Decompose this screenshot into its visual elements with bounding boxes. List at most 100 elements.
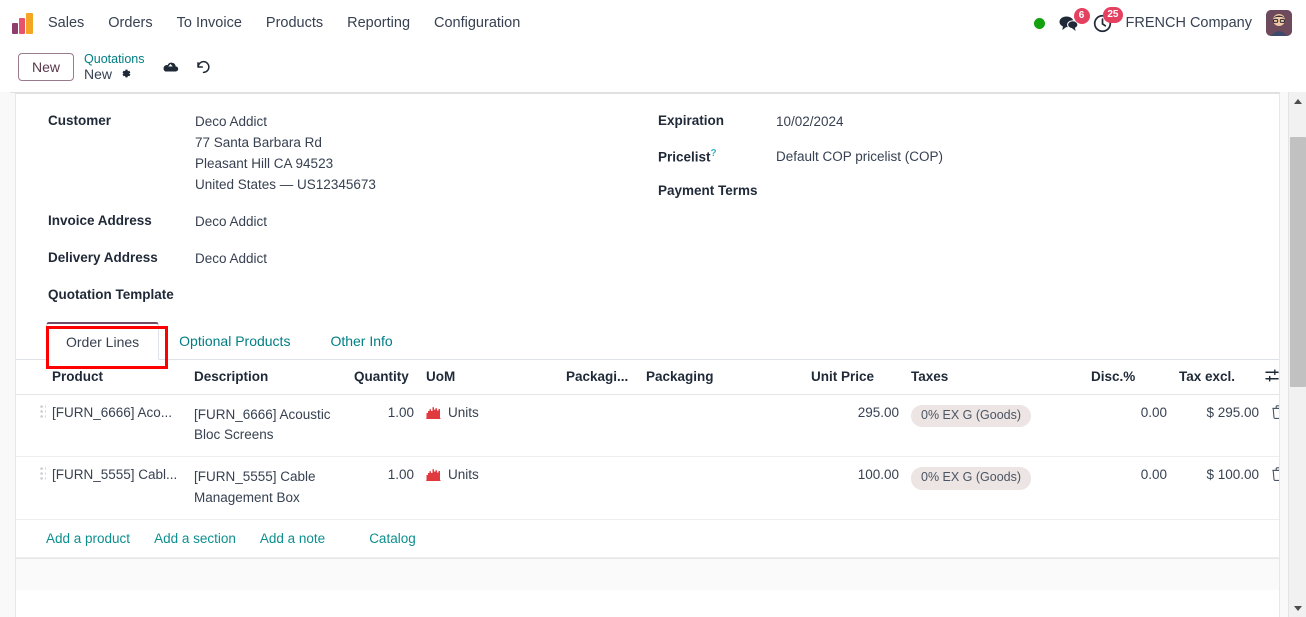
order-lines-footer-strip — [16, 558, 1279, 591]
field-invoice-address: Invoice Address Deco Addict — [48, 212, 636, 233]
uom-area-chart-icon — [426, 468, 441, 482]
scroll-up-button[interactable] — [1289, 92, 1306, 110]
cell-packaging[interactable] — [640, 456, 805, 521]
cell-product[interactable]: [FURN_5555] Cabl... — [46, 456, 188, 521]
cell-quantity[interactable]: 1.00 — [348, 394, 420, 458]
online-status-dot-icon — [1033, 17, 1045, 29]
col-uom[interactable]: UoM — [420, 359, 560, 395]
col-unit-price[interactable]: Unit Price — [805, 359, 905, 395]
row-drag-handle[interactable] — [16, 456, 46, 521]
drag-handle-icon — [40, 467, 46, 481]
add-a-product-link[interactable]: Add a product — [46, 531, 130, 546]
col-product[interactable]: Product — [46, 359, 188, 395]
field-pricelist: Pricelist? Default COP pricelist (COP) — [658, 147, 1279, 168]
cell-packaging-qty[interactable] — [560, 456, 640, 521]
gear-icon[interactable] — [119, 67, 132, 82]
new-record-button[interactable]: New — [18, 52, 75, 82]
table-row[interactable]: [FURN_6666] Aco... [FURN_6666] Acoustic … — [16, 394, 1279, 458]
avatar-image-icon — [1266, 10, 1292, 36]
field-pricelist-label: Pricelist? — [658, 147, 776, 165]
col-discount[interactable]: Disc.% — [1085, 359, 1173, 395]
customer-street: 77 Santa Barbara Rd — [195, 134, 322, 150]
col-description[interactable]: Description — [188, 359, 348, 395]
tax-badge: 0% EX G (Goods) — [911, 467, 1032, 490]
cell-uom[interactable]: Units — [420, 456, 560, 521]
cell-uom-text: Units — [448, 404, 479, 420]
cell-unit-price[interactable]: 100.00 — [805, 456, 905, 521]
nav-configuration[interactable]: Configuration — [422, 11, 532, 35]
field-quotation-template-label: Quotation Template — [48, 286, 174, 302]
col-tax-excl[interactable]: Tax excl. — [1173, 359, 1265, 395]
activities-button[interactable]: 25 — [1093, 6, 1123, 33]
delete-line-button[interactable] — [1265, 394, 1279, 458]
scroll-down-button[interactable] — [1289, 599, 1306, 617]
table-header-row: Product Description Quantity UoM Packagi… — [16, 359, 1279, 395]
nav-reporting[interactable]: Reporting — [335, 11, 422, 35]
field-delivery-address-value[interactable]: Deco Addict — [195, 249, 267, 270]
col-taxes[interactable]: Taxes — [905, 359, 1085, 395]
field-customer-value[interactable]: Deco Addict 77 Santa Barbara Rd Pleasant… — [195, 112, 376, 196]
delete-line-button[interactable] — [1265, 456, 1279, 521]
cell-uom[interactable]: Units — [420, 394, 560, 458]
form-right-column: Expiration 10/02/2024 Pricelist? Default… — [636, 112, 1279, 318]
nav-to-invoice[interactable]: To Invoice — [165, 11, 254, 35]
breadcrumb-current: New — [84, 66, 144, 82]
cell-description[interactable]: [FURN_6666] Acoustic Bloc Screens — [188, 394, 348, 458]
tax-badge: 0% EX G (Goods) — [911, 404, 1032, 428]
tab-optional-products[interactable]: Optional Products — [159, 322, 310, 360]
sliders-icon — [1265, 368, 1279, 382]
field-expiration-value[interactable]: 10/02/2024 — [776, 112, 844, 133]
col-packaging[interactable]: Packaging — [640, 359, 805, 395]
add-a-section-link[interactable]: Add a section — [154, 531, 236, 546]
nav-sales[interactable]: Sales — [48, 11, 96, 35]
discard-record-button[interactable] — [195, 59, 211, 75]
cell-discount[interactable]: 0.00 — [1085, 394, 1173, 458]
breadcrumb-quotations-link[interactable]: Quotations — [84, 52, 144, 66]
tab-other-info[interactable]: Other Info — [310, 322, 412, 360]
cell-product[interactable]: [FURN_6666] Aco... — [46, 394, 188, 458]
save-record-button[interactable] — [162, 60, 179, 75]
field-invoice-address-value[interactable]: Deco Addict — [195, 212, 267, 233]
row-drag-handle[interactable] — [16, 394, 46, 458]
cell-discount[interactable]: 0.00 — [1085, 456, 1173, 521]
help-question-icon[interactable]: ? — [711, 148, 717, 159]
breadcrumb: Quotations New — [84, 52, 144, 82]
nav-orders[interactable]: Orders — [96, 11, 164, 35]
column-options-icon[interactable] — [1265, 359, 1279, 395]
col-quantity[interactable]: Quantity — [348, 359, 420, 395]
cell-taxes[interactable]: 0% EX G (Goods) — [905, 456, 1085, 521]
order-lines-tab-content: Product Description Quantity UoM Packagi… — [16, 359, 1279, 591]
col-packaging-qty[interactable]: Packagi... — [560, 359, 640, 395]
messages-count-badge: 6 — [1073, 7, 1090, 24]
user-avatar[interactable] — [1266, 10, 1292, 36]
nav-products[interactable]: Products — [254, 11, 335, 35]
cell-unit-price[interactable]: 295.00 — [805, 394, 905, 458]
cell-packaging[interactable] — [640, 394, 805, 458]
field-delivery-address-label: Delivery Address — [48, 249, 158, 265]
cell-packaging-qty[interactable] — [560, 394, 640, 458]
field-pricelist-value[interactable]: Default COP pricelist (COP) — [776, 147, 943, 168]
chevron-up-icon — [1294, 98, 1302, 104]
tab-order-lines[interactable]: Order Lines — [46, 321, 160, 360]
catalog-link[interactable]: Catalog — [369, 531, 416, 546]
order-lines-header: Product Description Quantity UoM Packagi… — [16, 359, 1279, 395]
chevron-down-icon — [1294, 605, 1302, 611]
messages-button[interactable]: 6 — [1059, 7, 1090, 32]
odoo-sales-logo-icon[interactable] — [12, 12, 38, 34]
field-expiration: Expiration 10/02/2024 — [658, 112, 1279, 133]
uom-area-chart-icon — [426, 406, 441, 419]
notebook-tab-bar: Order Lines Optional Products Other Info — [16, 321, 1279, 369]
field-customer-label: Customer — [48, 113, 112, 128]
table-row[interactable]: [FURN_5555] Cabl... [FURN_5555] Cable Ma… — [16, 456, 1279, 521]
cell-taxes[interactable]: 0% EX G (Goods) — [905, 394, 1085, 458]
cloud-upload-icon — [163, 62, 179, 71]
cell-quantity[interactable]: 1.00 — [348, 456, 420, 521]
customer-country: United States — US12345673 — [195, 176, 376, 192]
vertical-scrollbar[interactable] — [1288, 92, 1306, 617]
activities-count-badge: 25 — [1103, 6, 1123, 23]
scrollbar-thumb[interactable] — [1290, 137, 1306, 387]
record-sheet: Customer Deco Addict 77 Santa Barbara Rd… — [15, 93, 1280, 617]
add-a-note-link[interactable]: Add a note — [260, 531, 325, 546]
company-switcher[interactable]: FRENCH Company — [1126, 15, 1253, 31]
cell-description[interactable]: [FURN_5555] Cable Management Box — [188, 456, 348, 521]
